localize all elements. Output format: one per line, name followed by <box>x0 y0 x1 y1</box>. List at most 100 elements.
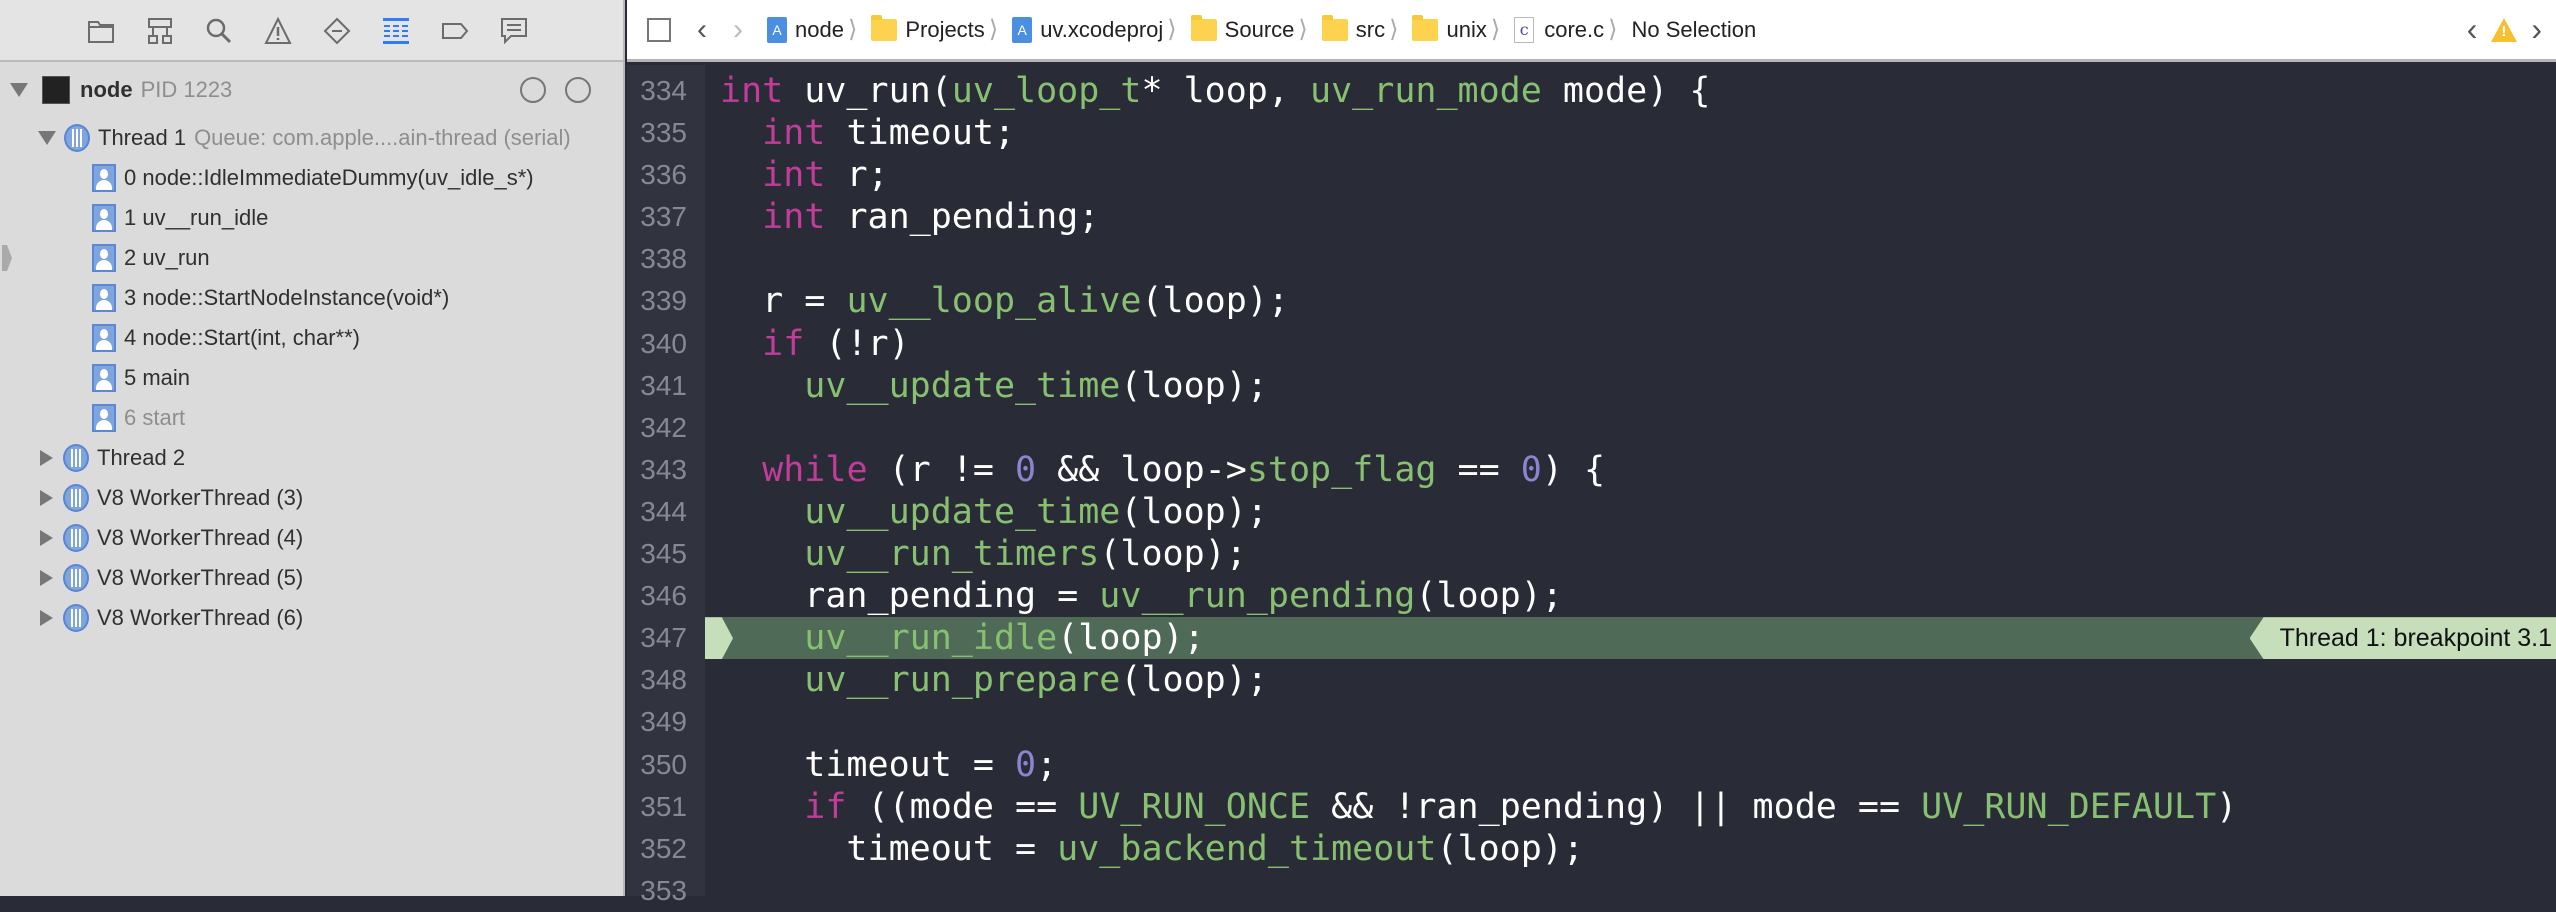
code-line[interactable]: 353 <box>627 870 2556 912</box>
code-line[interactable]: 337 int ran_pending; <box>627 196 2556 238</box>
code-line[interactable]: 344 uv__update_time(loop); <box>627 491 2556 533</box>
code-token: ran_pending = <box>720 576 1100 617</box>
disclosure-triangle-icon[interactable] <box>40 530 53 546</box>
breakpoint-icon[interactable] <box>322 16 352 46</box>
disclosure-triangle-icon[interactable] <box>38 131 56 145</box>
thread-row[interactable]: V8 WorkerThread (4) <box>0 518 620 558</box>
breadcrumb-label: node <box>795 16 844 42</box>
source-editor[interactable]: 334 int uv_run(uv_loop_t* loop, uv_run_mo… <box>627 70 2556 906</box>
breadcrumb-item[interactable]: Source ⟩ <box>1190 14 1316 44</box>
pause-threads-icon[interactable] <box>565 77 591 103</box>
stack-frame-row[interactable]: 5 main <box>0 358 620 398</box>
code-line[interactable]: 343 while (r != 0 && loop->stop_flag == … <box>627 449 2556 491</box>
disclosure-triangle-icon[interactable] <box>40 490 53 506</box>
previous-issue-button[interactable]: ‹ <box>2467 11 2478 48</box>
code-line[interactable]: 352 timeout = uv_backend_timeout(loop); <box>627 828 2556 870</box>
code-line[interactable]: 334 int uv_run(uv_loop_t* loop, uv_run_mo… <box>627 70 2556 112</box>
line-number: 350 <box>640 748 687 780</box>
disclosure-triangle-icon[interactable] <box>40 610 53 626</box>
code-token: timeout; <box>825 113 1016 154</box>
line-number: 345 <box>640 538 687 570</box>
breadcrumb-item[interactable]: Projects ⟩ <box>871 14 1006 44</box>
related-items-icon[interactable] <box>647 17 671 42</box>
search-icon[interactable] <box>204 16 234 46</box>
breadcrumb-item[interactable]: unix ⟩ <box>1412 14 1508 44</box>
line-number: 352 <box>640 832 687 864</box>
line-number: 334 <box>640 75 687 106</box>
thread-row[interactable]: V8 WorkerThread (6) <box>0 598 620 638</box>
line-number: 348 <box>640 664 687 696</box>
code-token: uv__update_time <box>804 365 1121 406</box>
code-token: (loop); <box>1120 660 1268 701</box>
debug-list-icon[interactable] <box>381 16 411 46</box>
code-line[interactable]: 346 ran_pending = uv__run_pending(loop); <box>627 575 2556 617</box>
breadcrumb-item[interactable]: Auv.xcodeproj ⟩ <box>1012 15 1184 44</box>
code-text: r = uv__loop_alive(loop); <box>720 280 1289 322</box>
code-token: mode) { <box>1541 71 1711 111</box>
folder-icon <box>1412 14 1439 41</box>
chevron-right-icon: ⟩ <box>847 16 858 43</box>
code-token: 0 <box>1015 449 1037 490</box>
code-line[interactable]: 341 uv__update_time(loop); <box>627 365 2556 407</box>
stack-frame-row[interactable]: 0 node::IdleImmediateDummy(uv_idle_s*) <box>0 158 620 198</box>
line-number: 346 <box>640 580 687 612</box>
chevron-right-icon: ⟩ <box>1167 16 1177 43</box>
next-issue-button[interactable]: › <box>2531 11 2542 48</box>
stack-frame-icon <box>92 404 116 432</box>
code-token: (loop); <box>1120 365 1268 406</box>
breadcrumb-item[interactable]: Anode ⟩ <box>767 15 865 44</box>
jump-bar: ‹ › Anode ⟩ Projects ⟩ Auv.xcodeproj ⟩ Source ⟩… <box>627 0 2556 62</box>
thread-row[interactable]: V8 WorkerThread (3) <box>0 478 620 518</box>
stack-frame-row[interactable]: 4 node::Start(int, char**) <box>0 318 620 358</box>
disclosure-triangle-icon[interactable] <box>10 83 28 97</box>
thread-row[interactable]: Thread 2 <box>0 438 620 478</box>
gauge-icon[interactable] <box>520 77 546 103</box>
stack-frame-icon <box>92 284 116 312</box>
code-token: ) { <box>1541 449 1606 490</box>
code-line[interactable]: 336 int r; <box>627 154 2556 196</box>
code-line[interactable]: 338 <box>627 238 2556 280</box>
xcode-project-icon: A <box>767 16 787 43</box>
code-line[interactable]: 339 r = uv__loop_alive(loop); <box>627 280 2556 322</box>
breadcrumb-item[interactable]: src ⟩ <box>1321 14 1407 44</box>
code-line[interactable]: 342 <box>627 407 2556 449</box>
code-line[interactable]: 340 if (!r) <box>627 323 2556 365</box>
code-text: int uv_run(uv_loop_t* loop, uv_run_mode … <box>720 70 1710 112</box>
stack-frame-icon <box>92 164 116 192</box>
forward-button[interactable]: › <box>733 13 743 47</box>
warning-icon[interactable]: ! <box>2491 17 2518 42</box>
code-line[interactable]: 351 if ((mode == UV_RUN_ONCE && !ran_pen… <box>627 786 2556 828</box>
stack-frame-row[interactable]: 6 start <box>0 398 620 438</box>
hierarchy-icon[interactable] <box>145 16 175 46</box>
code-line[interactable]: 349 <box>627 701 2556 743</box>
folder-icon <box>1190 14 1217 41</box>
disclosure-triangle-icon[interactable] <box>40 450 53 466</box>
code-token: uv__update_time <box>804 491 1121 532</box>
line-number: 339 <box>640 285 687 317</box>
stack-frame-icon <box>92 244 116 272</box>
code-line[interactable]: 345 uv__run_timers(loop); <box>627 533 2556 575</box>
code-line[interactable]: 348 uv__run_prepare(loop); <box>627 659 2556 701</box>
folder-icon[interactable] <box>86 16 116 46</box>
tag-icon[interactable] <box>440 16 470 46</box>
warning-icon[interactable] <box>263 16 293 46</box>
thread-row[interactable]: Thread 1 Queue: com.apple....ain-thread (… <box>0 118 620 158</box>
code-line[interactable]: 350 timeout = 0; <box>627 744 2556 786</box>
stack-frame-row[interactable]: 2 uv_run <box>0 238 620 278</box>
code-line-breakpoint[interactable]: 347 uv__run_idle(loop); Thread 1: breakpo… <box>627 617 2556 660</box>
stack-frame-row[interactable]: 1 uv__run_idle <box>0 198 620 238</box>
terminal-icon <box>42 76 70 104</box>
thread-row[interactable]: V8 WorkerThread (5) <box>0 558 620 598</box>
back-button[interactable]: ‹ <box>697 13 707 47</box>
breadcrumb-item[interactable]: No Selection <box>1632 17 1757 43</box>
code-token: && loop-> <box>1036 449 1247 490</box>
stack-frame-row[interactable]: 3 node::StartNodeInstance(void*) <box>0 278 620 318</box>
code-line[interactable]: 335 int timeout; <box>627 112 2556 154</box>
disclosure-triangle-icon[interactable] <box>40 570 53 586</box>
breadcrumb-item[interactable]: c core.c ⟩ <box>1514 15 1625 44</box>
message-icon[interactable] <box>499 16 529 46</box>
code-token: uv__run_prepare <box>804 660 1121 701</box>
process-row[interactable]: node PID 1223 <box>0 70 620 110</box>
